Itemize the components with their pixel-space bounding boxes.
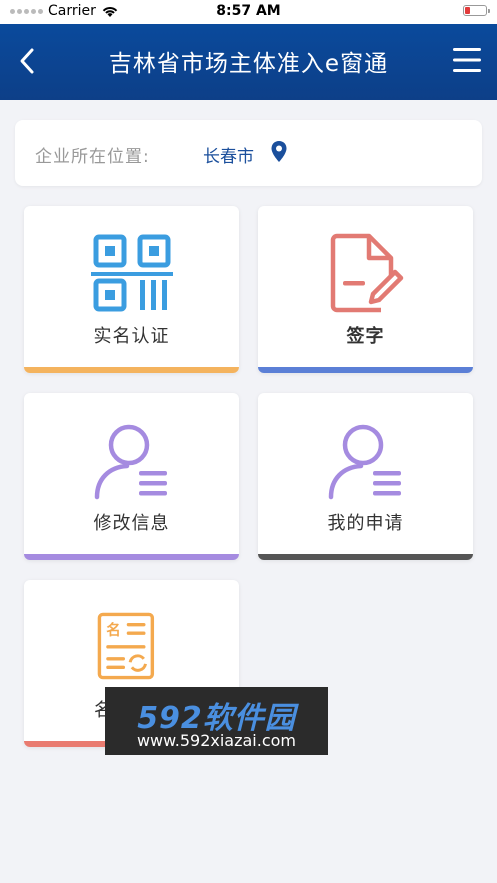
tile-accent-bar [24, 554, 239, 560]
tile-accent-bar [258, 554, 473, 560]
sign-document-icon [330, 233, 404, 313]
battery-icon [463, 5, 490, 16]
location-label: 企业所在位置: [35, 147, 150, 167]
location-city[interactable]: 长春市 [203, 142, 254, 167]
tile-label: 修改信息 [93, 513, 170, 534]
tile-label: 实名认证 [93, 326, 170, 347]
tile-accent-bar [24, 367, 239, 373]
tile-my-applications[interactable]: 我的申请 [258, 393, 473, 560]
user-edit-icon [94, 424, 167, 500]
watermark-overlay: 592软件园 www.592xiazai.com [105, 687, 328, 755]
svg-text:名: 名 [106, 621, 121, 639]
tile-label: 签字 [346, 326, 385, 347]
user-application-icon [328, 424, 401, 500]
qr-code-icon [91, 234, 173, 312]
status-bar: Carrier 8:57 AM [0, 0, 497, 24]
page-title: 吉林省市场主体准入e窗通 [108, 51, 389, 77]
tile-signature[interactable]: 签字 [258, 206, 473, 373]
clock: 8:57 AM [216, 3, 281, 19]
tile-label: 我的申请 [327, 513, 404, 534]
tile-real-name-auth[interactable]: 实名认证 [24, 206, 239, 373]
name-refresh-icon: 名 [97, 612, 155, 680]
map-pin-icon [271, 141, 287, 162]
location-card[interactable]: 企业所在位置: 长春市 [15, 120, 482, 186]
tile-accent-bar [258, 367, 473, 373]
hamburger-menu-icon[interactable] [451, 44, 483, 76]
tile-edit-info[interactable]: 修改信息 [24, 393, 239, 560]
watermark-url: www.592xiazai.com [136, 731, 297, 750]
nav-bar: 吉林省市场主体准入e窗通 [0, 24, 497, 100]
